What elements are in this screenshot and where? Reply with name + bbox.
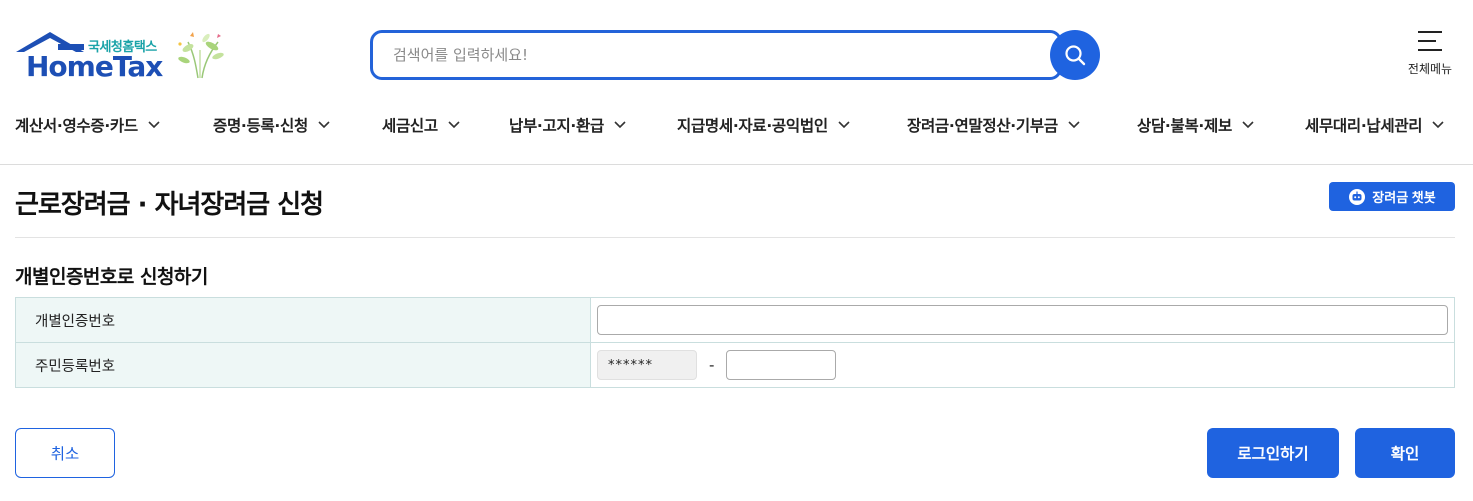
section-title: 개별인증번호로 신청하기 xyxy=(15,266,208,288)
nav-item-tax-report[interactable]: 세금신고 xyxy=(382,114,460,136)
chatbot-label: 장려금 챗봇 xyxy=(1372,190,1436,205)
hometax-logo[interactable]: 국세청홈택스 HomeTax xyxy=(14,30,229,86)
nav-item-invoices[interactable]: 계산서·영수증·카드 xyxy=(15,114,160,136)
page-title: 근로장려금 · 자녀장려금 신청 xyxy=(15,190,324,220)
chevron-down-icon xyxy=(318,121,330,129)
nav-item-tax-agent[interactable]: 세무대리·납세관리 xyxy=(1305,114,1444,136)
rrn-cell: ****** - xyxy=(590,342,1455,388)
search-button[interactable] xyxy=(1050,30,1100,80)
nav-item-certificates[interactable]: 증명·등록·신청 xyxy=(213,114,330,136)
table-row: 주민등록번호 ****** - xyxy=(15,342,1455,388)
login-button[interactable]: 로그인하기 xyxy=(1207,428,1339,478)
nav-item-label: 납부·고지·환급 xyxy=(509,117,604,135)
id-number-label: 개별인증번호 xyxy=(15,297,591,343)
rrn-front-masked: ****** xyxy=(597,350,697,380)
search-bar xyxy=(370,30,1100,80)
all-menu-button[interactable]: 전체메뉴 xyxy=(1400,30,1460,82)
rrn-fields: ****** - xyxy=(597,350,1448,380)
incentive-chatbot-button[interactable]: 장려금 챗봇 xyxy=(1329,182,1455,211)
main-navigation: 계산서·영수증·카드 증명·등록·신청 세금신고 납부·고지·환급 지급명세·자… xyxy=(0,104,1473,146)
nav-item-label: 상담·불복·제보 xyxy=(1137,117,1232,135)
title-divider xyxy=(15,237,1455,238)
logo-title: HomeTax xyxy=(26,50,163,83)
rrn-back-input[interactable] xyxy=(726,350,837,380)
nav-item-payment[interactable]: 납부·고지·환급 xyxy=(509,114,626,136)
nav-item-incentives[interactable]: 장려금·연말정산·기부금 xyxy=(907,114,1080,136)
nav-item-consulting[interactable]: 상담·불복·제보 xyxy=(1137,114,1254,136)
nav-item-statements[interactable]: 지급명세·자료·공익법인 xyxy=(677,114,850,136)
plant-decoration-icon xyxy=(178,32,224,79)
nav-item-label: 계산서·영수증·카드 xyxy=(15,117,138,135)
hamburger-icon xyxy=(1418,31,1442,51)
table-row: 개별인증번호 xyxy=(15,297,1455,343)
site-header: 국세청홈택스 HomeTax 검색어를 입력하세요! 전체메뉴 계산서·영수증·… xyxy=(0,0,1473,165)
chevron-down-icon xyxy=(148,121,160,129)
nav-item-label: 증명·등록·신청 xyxy=(213,117,308,135)
nav-item-label: 세금신고 xyxy=(382,117,438,135)
confirm-button[interactable]: 확인 xyxy=(1355,428,1455,478)
all-menu-label: 전체메뉴 xyxy=(1407,62,1453,76)
chevron-down-icon xyxy=(1068,121,1080,129)
rrn-dash: - xyxy=(709,356,715,374)
nav-item-label: 세무대리·납세관리 xyxy=(1305,117,1423,135)
chevron-down-icon xyxy=(1432,121,1444,129)
rrn-label: 주민등록번호 xyxy=(15,342,591,388)
chevron-down-icon xyxy=(614,121,626,129)
id-number-input[interactable] xyxy=(597,305,1448,335)
search-icon xyxy=(1065,45,1086,66)
application-form-table: 개별인증번호 주민등록번호 ****** - xyxy=(15,297,1455,388)
nav-item-label: 지급명세·자료·공익법인 xyxy=(677,117,828,135)
chevron-down-icon xyxy=(1242,121,1254,129)
cancel-button[interactable]: 취소 xyxy=(15,428,115,478)
chatbot-icon xyxy=(1348,188,1366,206)
search-input[interactable] xyxy=(370,30,1062,80)
chevron-down-icon xyxy=(448,121,460,129)
nav-item-label: 장려금·연말정산·기부금 xyxy=(907,117,1058,135)
chevron-down-icon xyxy=(838,121,850,129)
id-number-cell xyxy=(590,297,1455,343)
